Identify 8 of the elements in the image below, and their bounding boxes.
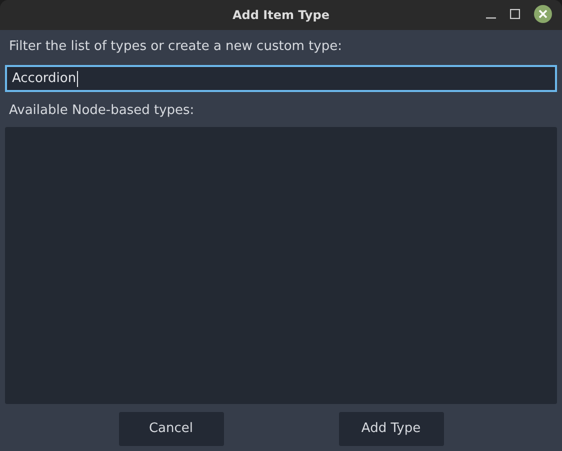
- close-icon[interactable]: [534, 5, 552, 23]
- filter-label: Filter the list of types or create a new custom type:: [8, 38, 343, 56]
- cancel-button[interactable]: Cancel: [118, 412, 224, 446]
- add-type-button[interactable]: Add Type: [338, 412, 444, 446]
- maximize-icon[interactable]: [510, 9, 520, 19]
- filter-field[interactable]: Accordion: [5, 65, 557, 92]
- window-title: Add Item Type: [232, 7, 330, 24]
- list-label: Available Node-based types:: [8, 102, 196, 120]
